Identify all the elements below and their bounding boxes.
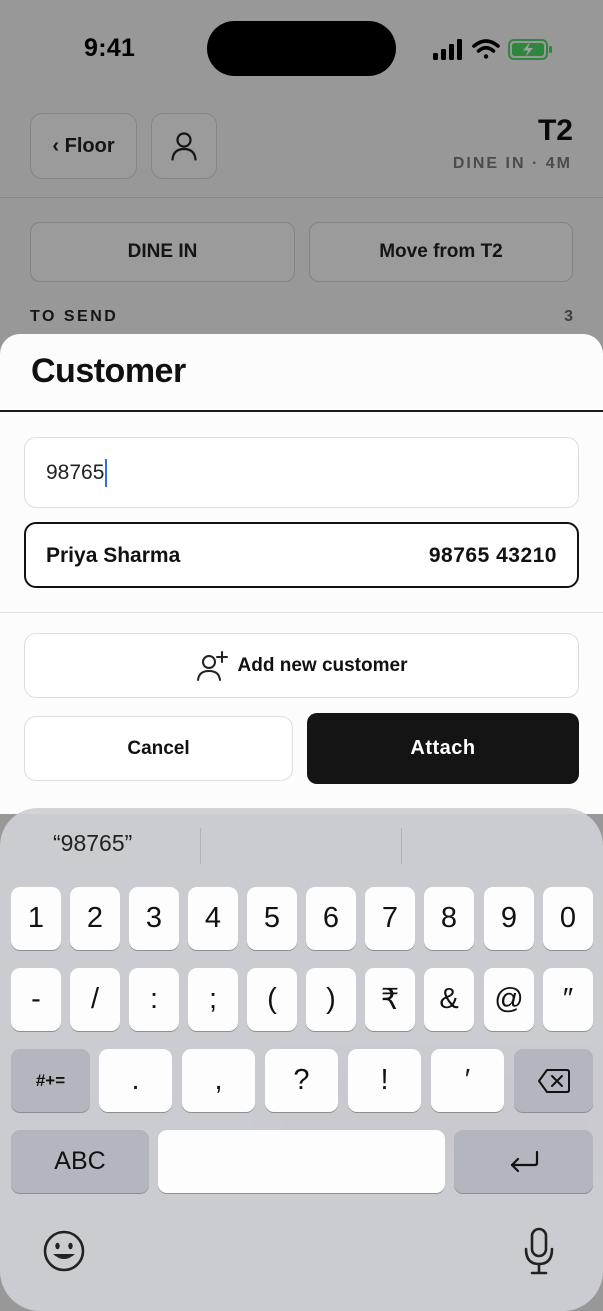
symbols-key[interactable]: #+= (11, 1049, 90, 1112)
add-new-customer-label: Add new customer (237, 654, 408, 676)
microphone-icon (524, 1227, 554, 1275)
key[interactable]: ; (188, 968, 238, 1031)
dictation-key[interactable] (522, 1227, 556, 1280)
cancel-button[interactable]: Cancel (24, 716, 293, 781)
dynamic-island (207, 21, 396, 76)
keyboard-suggestion[interactable]: “98765” (53, 830, 132, 857)
key[interactable]: / (70, 968, 120, 1031)
suggestion-separator (401, 828, 402, 864)
key[interactable]: ? (265, 1049, 338, 1112)
key[interactable]: ″ (543, 968, 593, 1031)
key[interactable]: 0 (543, 887, 593, 950)
customer-phone: 98765 43210 (428, 544, 557, 567)
key[interactable]: 5 (247, 887, 297, 950)
sheet-title: Customer (31, 352, 186, 390)
key[interactable]: ₹ (365, 968, 415, 1031)
key[interactable]: @ (484, 968, 534, 1031)
backspace-key[interactable] (514, 1049, 593, 1112)
key[interactable]: 2 (70, 887, 120, 950)
key[interactable]: 8 (424, 887, 474, 950)
key[interactable]: , (182, 1049, 255, 1112)
return-key[interactable] (454, 1130, 593, 1193)
key[interactable]: 3 (129, 887, 179, 950)
abc-key[interactable]: ABC (11, 1130, 149, 1193)
key[interactable]: ( (247, 968, 297, 1031)
customer-result-row[interactable]: Priya Sharma 98765 43210 (24, 522, 579, 588)
emoji-icon (43, 1230, 85, 1272)
emoji-key[interactable] (42, 1229, 86, 1278)
customer-search-input[interactable]: 98765 (24, 437, 579, 508)
key[interactable]: ) (306, 968, 356, 1031)
return-icon (510, 1150, 538, 1172)
key[interactable]: 4 (188, 887, 238, 950)
key[interactable]: 6 (306, 887, 356, 950)
text-caret (105, 458, 108, 487)
key[interactable]: 7 (365, 887, 415, 950)
attach-button[interactable]: Attach (307, 713, 579, 784)
search-value: 98765 (46, 460, 105, 484)
add-new-customer-button[interactable]: Add new customer (24, 633, 579, 698)
key[interactable]: : (129, 968, 179, 1031)
key[interactable]: ′ (431, 1049, 504, 1112)
suggestion-separator (200, 828, 201, 864)
key[interactable]: ! (348, 1049, 421, 1112)
add-person-icon (196, 650, 228, 681)
divider (0, 410, 603, 412)
key[interactable]: . (99, 1049, 172, 1112)
key[interactable]: 1 (11, 887, 61, 950)
space-key[interactable] (158, 1130, 445, 1193)
customer-sheet: Customer 98765 Priya Sharma 98765 43210 … (0, 334, 603, 814)
backspace-icon (537, 1068, 570, 1093)
key[interactable]: - (11, 968, 61, 1031)
key[interactable]: 9 (484, 887, 534, 950)
customer-name: Priya Sharma (46, 544, 181, 567)
keyboard: “98765” 1 2 3 4 5 6 7 8 9 0 - / : ; ( ) … (0, 808, 603, 1311)
key[interactable]: & (424, 968, 474, 1031)
divider (0, 612, 603, 613)
